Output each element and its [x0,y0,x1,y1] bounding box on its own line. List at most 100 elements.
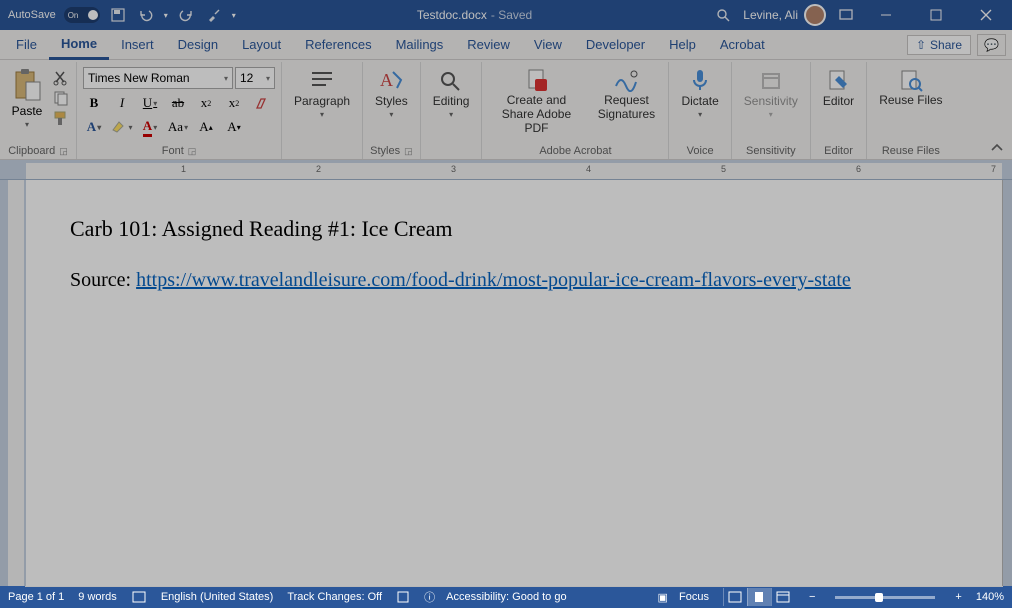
paste-icon [12,68,42,102]
zoom-out-button[interactable]: − [809,591,815,603]
tab-mailings[interactable]: Mailings [384,30,456,60]
group-label-voice: Voice [687,145,714,157]
editor-button[interactable]: Editor [817,64,860,108]
superscript-button[interactable]: x2 [223,93,245,113]
source-link[interactable]: https://www.travelandleisure.com/food-dr… [136,269,851,291]
group-label-editor: Editor [824,145,853,157]
tab-acrobat[interactable]: Acrobat [708,30,777,60]
font-color-button[interactable]: A [139,117,161,137]
chevron-down-icon [389,110,393,119]
dialog-launcher-icon[interactable]: ◲ [404,146,413,157]
dialog-launcher-icon[interactable]: ◲ [59,146,68,157]
tab-home[interactable]: Home [49,31,109,60]
share-button[interactable]: ⇧Share [907,35,971,55]
macro-icon[interactable] [396,590,410,604]
word-count[interactable]: 9 words [78,591,117,603]
dictate-button[interactable]: Dictate [675,64,724,119]
redo-icon[interactable] [176,5,196,25]
group-label-sensitivity: Sensitivity [746,145,796,157]
grow-font-button[interactable]: A▴ [195,117,217,137]
tab-view[interactable]: View [522,30,574,60]
user-name: Levine, Ali [743,8,798,22]
autosave-label: AutoSave [8,9,56,21]
highlight-button[interactable] [111,117,133,137]
subscript-button[interactable]: x2 [195,93,217,113]
tab-review[interactable]: Review [455,30,522,60]
change-case-button[interactable]: Aa [167,117,189,137]
tab-references[interactable]: References [293,30,383,60]
zoom-level[interactable]: 140% [976,591,1004,603]
tab-layout[interactable]: Layout [230,30,293,60]
slider-thumb-icon [875,593,883,602]
tab-file[interactable]: File [4,30,49,60]
quick-brush-icon[interactable] [204,5,224,25]
ribbon-display-icon[interactable] [836,5,856,25]
group-label-styles: Styles [370,145,400,157]
tab-developer[interactable]: Developer [574,30,657,60]
doc-source-line[interactable]: Source: https://www.travelandleisure.com… [70,266,958,294]
save-icon[interactable] [108,5,128,25]
reuse-files-button[interactable]: Reuse Files [873,64,948,108]
user-account[interactable]: Levine, Ali [743,4,826,26]
web-layout-icon[interactable] [771,588,795,606]
strikethrough-button[interactable]: ab [167,93,189,113]
format-painter-icon[interactable] [52,110,70,126]
paste-button[interactable]: Paste [6,68,48,129]
styles-icon: A [377,68,405,92]
group-label-reuse: Reuse Files [882,145,940,157]
tab-help[interactable]: Help [657,30,708,60]
bold-button[interactable]: B [83,93,105,113]
create-pdf-button[interactable]: Create and Share Adobe PDF [488,64,584,135]
shrink-font-button[interactable]: A▾ [223,117,245,137]
spellcheck-icon[interactable] [131,590,147,604]
underline-button[interactable]: U [139,93,161,113]
maximize-button[interactable] [916,0,956,30]
page-indicator[interactable]: Page 1 of 1 [8,591,64,603]
minimize-button[interactable] [866,0,906,30]
language-status[interactable]: English (United States) [161,591,274,603]
tab-design[interactable]: Design [166,30,230,60]
autosave-toggle[interactable]: On [64,7,100,23]
microphone-icon [686,68,714,92]
read-mode-icon[interactable] [723,588,747,606]
group-paragraph: Paragraph [282,62,363,159]
font-size-combo[interactable]: 12▾ [235,67,275,89]
document-page[interactable]: Carb 101: Assigned Reading #1: Ice Cream… [26,180,1002,586]
ruler-horizontal[interactable]: 1 2 3 4 5 6 7 [0,160,1012,180]
chevron-down-icon [769,110,773,119]
undo-dropdown-icon[interactable]: ▾ [164,11,168,20]
comments-button[interactable]: 💬 [977,34,1006,56]
close-button[interactable] [966,0,1006,30]
ruler-vertical[interactable] [0,180,26,586]
text-effects-button[interactable]: A [83,117,105,137]
collapse-ribbon-button[interactable] [982,137,1012,159]
paragraph-icon [308,68,336,92]
chevron-down-icon [320,110,324,119]
group-label-font: Font [162,145,184,157]
reuse-icon [897,68,925,92]
focus-icon: ▣ [658,591,668,604]
doc-heading[interactable]: Carb 101: Assigned Reading #1: Ice Cream [70,216,958,242]
accessibility-status[interactable]: ⓘ Accessibility: Good to go [424,589,567,605]
zoom-slider[interactable] [835,596,935,599]
dialog-launcher-icon[interactable]: ◲ [188,146,197,157]
zoom-in-button[interactable]: + [955,591,961,603]
focus-mode-button[interactable]: ▣ Focus [658,591,709,604]
undo-icon[interactable] [136,5,156,25]
ribbon-tabs: File Home Insert Design Layout Reference… [0,30,1012,60]
tab-insert[interactable]: Insert [109,30,166,60]
cut-icon[interactable] [52,70,70,86]
group-styles: A Styles Styles ◲ [363,62,421,159]
copy-icon[interactable] [52,90,70,106]
font-name-combo[interactable]: Times New Roman▾ [83,67,233,89]
editing-button[interactable]: Editing [427,64,476,119]
paragraph-button[interactable]: Paragraph [288,64,356,119]
styles-button[interactable]: A Styles [369,64,414,119]
svg-text:A: A [380,70,393,90]
request-signatures-button[interactable]: Request Signatures [590,64,662,135]
clear-format-icon[interactable] [251,93,273,113]
track-changes-status[interactable]: Track Changes: Off [287,591,382,603]
print-layout-icon[interactable] [747,588,771,606]
italic-button[interactable]: I [111,93,133,113]
search-icon[interactable] [713,5,733,25]
